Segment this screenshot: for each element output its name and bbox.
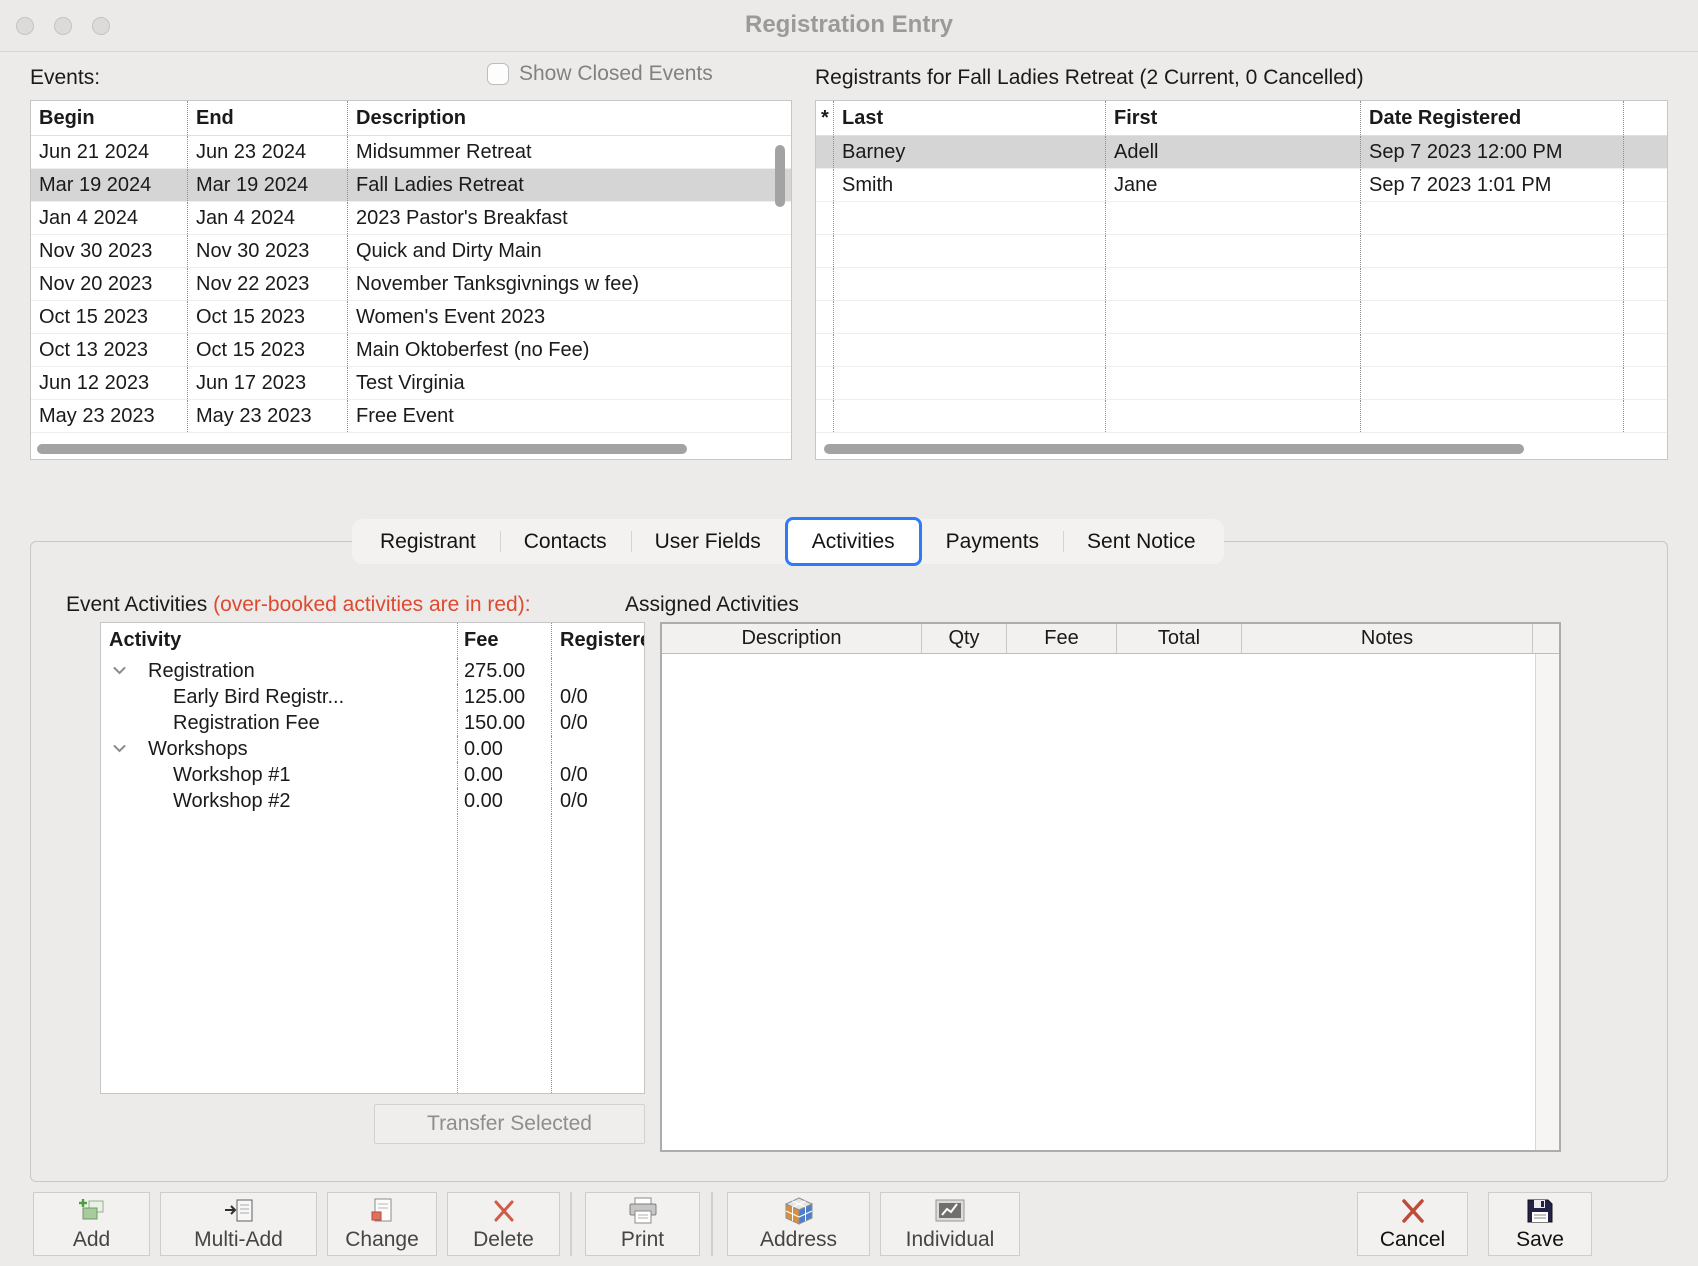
scrollbar-header-cap — [1533, 624, 1559, 653]
address-cube-icon — [783, 1196, 815, 1226]
multi-add-button[interactable]: Multi-Add — [160, 1192, 317, 1256]
overbooked-note: (over-booked activities are in red): — [213, 593, 530, 616]
window-title: Registration Entry — [0, 11, 1698, 39]
multi-add-icon — [222, 1196, 256, 1226]
registrant-row-empty — [816, 268, 1667, 301]
change-icon — [367, 1196, 397, 1226]
add-button[interactable]: Add — [33, 1192, 150, 1256]
activities-table-filler — [101, 814, 644, 1093]
column-header-last: Last — [834, 101, 1106, 135]
events-table-header: Begin End Description — [31, 101, 791, 136]
registrants-table-header: * Last First Date Registered — [816, 101, 1667, 136]
add-icon — [76, 1196, 108, 1226]
column-header-qty: Qty — [922, 624, 1007, 653]
event-row[interactable]: Oct 13 2023 Oct 15 2023 Main Oktoberfest… — [31, 334, 791, 367]
print-button[interactable]: Print — [585, 1192, 700, 1256]
event-row[interactable]: Jan 4 2024 Jan 4 2024 2023 Pastor's Brea… — [31, 202, 791, 235]
column-header-first: First — [1106, 101, 1361, 135]
save-floppy-icon — [1525, 1196, 1555, 1226]
registrant-row-empty — [816, 301, 1667, 334]
show-closed-events-label: Show Closed Events — [519, 62, 713, 86]
registrant-row-empty — [816, 334, 1667, 367]
activities-table-header: Activity Fee Registered — [101, 623, 644, 658]
tab-registrant[interactable]: Registrant — [356, 519, 500, 564]
toolbar-divider — [570, 1192, 572, 1256]
registrant-row[interactable]: Smith Jane Sep 7 2023 1:01 PM — [816, 169, 1667, 202]
delete-button[interactable]: Delete — [447, 1192, 560, 1256]
events-label: Events: — [30, 66, 100, 90]
event-row[interactable]: May 23 2023 May 23 2023 Free Event — [31, 400, 791, 433]
column-header-total: Total — [1117, 624, 1242, 653]
tab-activities[interactable]: Activities — [785, 517, 922, 566]
assigned-table-body — [662, 654, 1559, 1150]
event-row[interactable]: Nov 30 2023 Nov 30 2023 Quick and Dirty … — [31, 235, 791, 268]
show-closed-events-checkbox[interactable]: Show Closed Events — [487, 62, 713, 86]
event-activities-label: Event Activities (over-booked activities… — [66, 593, 531, 617]
assigned-activities-table: Description Qty Fee Total Notes — [660, 622, 1561, 1152]
individual-picture-icon — [933, 1196, 967, 1226]
transfer-selected-button[interactable]: Transfer Selected — [374, 1104, 645, 1144]
column-header-star: * — [816, 101, 834, 135]
assigned-table-header: Description Qty Fee Total Notes — [662, 624, 1559, 654]
tab-user-fields[interactable]: User Fields — [631, 519, 785, 564]
column-header-begin: Begin — [31, 101, 188, 135]
tab-contacts[interactable]: Contacts — [500, 519, 631, 564]
event-row[interactable]: Jun 21 2024 Jun 23 2024 Midsummer Retrea… — [31, 136, 791, 169]
activity-row-parent[interactable]: Registration 275.00 — [101, 658, 644, 684]
event-row[interactable]: Nov 20 2023 Nov 22 2023 November Tanksgi… — [31, 268, 791, 301]
column-header-description: Description — [662, 624, 922, 653]
column-header-date-registered: Date Registered — [1361, 101, 1624, 135]
column-header-fee: Fee — [1007, 624, 1117, 653]
assigned-vertical-scrollbar[interactable] — [1535, 654, 1559, 1150]
column-header-description: Description — [348, 101, 791, 135]
chevron-down-icon[interactable] — [113, 745, 126, 753]
event-row[interactable]: Oct 15 2023 Oct 15 2023 Women's Event 20… — [31, 301, 791, 334]
activity-row[interactable]: Early Bird Registr... 125.00 0/0 — [101, 684, 644, 710]
event-activities-table: Activity Fee Registered Registration 275… — [100, 622, 645, 1094]
column-header-fee: Fee — [458, 623, 552, 658]
activity-row[interactable]: Workshop #2 0.00 0/0 — [101, 788, 644, 814]
column-header-registered: Registered — [552, 623, 644, 658]
registrants-horizontal-scrollbar[interactable] — [824, 444, 1524, 454]
events-table: Begin End Description Jun 21 2024 Jun 23… — [30, 100, 792, 460]
cancel-button[interactable]: Cancel — [1357, 1192, 1468, 1256]
registrants-header-label: Registrants for Fall Ladies Retreat (2 C… — [815, 66, 1364, 90]
activity-row[interactable]: Workshop #1 0.00 0/0 — [101, 762, 644, 788]
events-vertical-scrollbar[interactable] — [775, 145, 785, 207]
individual-button[interactable]: Individual — [880, 1192, 1020, 1256]
toolbar-divider — [711, 1192, 713, 1256]
address-button[interactable]: Address — [727, 1192, 870, 1256]
printer-icon — [626, 1196, 660, 1226]
delete-x-icon — [491, 1196, 517, 1226]
column-header-notes: Notes — [1242, 624, 1533, 653]
event-row-selected[interactable]: Mar 19 2024 Mar 19 2024 Fall Ladies Retr… — [31, 169, 791, 202]
cancel-x-icon — [1399, 1196, 1427, 1226]
checkbox-box-icon[interactable] — [487, 63, 509, 85]
title-bar: Registration Entry — [0, 0, 1698, 52]
tab-sent-notice[interactable]: Sent Notice — [1063, 519, 1220, 564]
event-row[interactable]: Jun 12 2023 Jun 17 2023 Test Virginia — [31, 367, 791, 400]
registrant-row-empty — [816, 367, 1667, 400]
save-button[interactable]: Save — [1488, 1192, 1592, 1256]
activity-row-parent[interactable]: Workshops 0.00 — [101, 736, 644, 762]
events-horizontal-scrollbar[interactable] — [37, 444, 687, 454]
column-header-activity: Activity — [101, 623, 458, 658]
registrant-row-empty — [816, 235, 1667, 268]
registrant-row-empty — [816, 400, 1667, 433]
registrants-table: * Last First Date Registered Barney Adel… — [815, 100, 1668, 460]
chevron-down-icon[interactable] — [113, 667, 126, 675]
change-button[interactable]: Change — [327, 1192, 437, 1256]
tab-payments[interactable]: Payments — [922, 519, 1063, 564]
assigned-activities-label: Assigned Activities — [625, 593, 799, 617]
activity-row[interactable]: Registration Fee 150.00 0/0 — [101, 710, 644, 736]
registrant-row-selected[interactable]: Barney Adell Sep 7 2023 12:00 PM — [816, 136, 1667, 169]
column-header-end: End — [188, 101, 348, 135]
registrant-row-empty — [816, 202, 1667, 235]
registration-tabs: Registrant Contacts User Fields Activiti… — [352, 519, 1224, 564]
